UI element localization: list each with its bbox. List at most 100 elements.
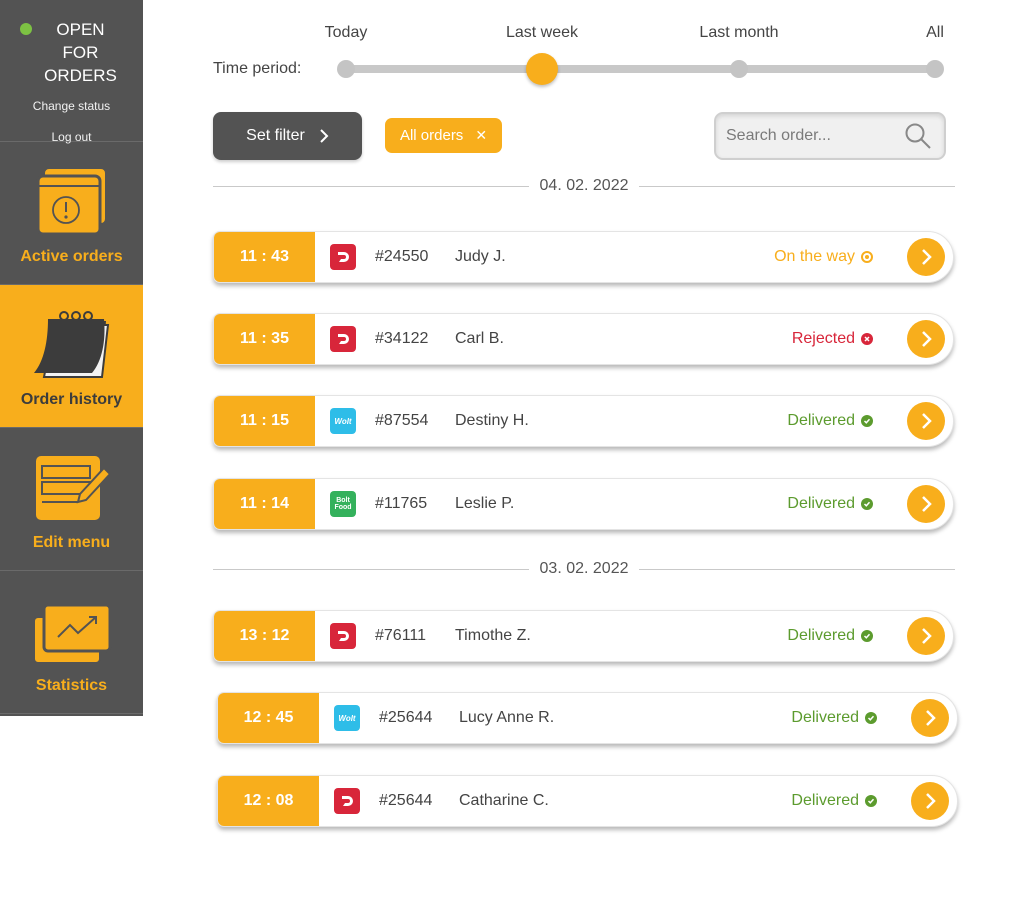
chevron-right-icon bbox=[922, 496, 932, 512]
sidebar-item-statistics[interactable]: Statistics bbox=[0, 571, 143, 714]
customer-name: Catharine C. bbox=[459, 792, 549, 809]
slider-stop-all[interactable] bbox=[926, 60, 944, 78]
set-filter-button[interactable]: Set filter bbox=[213, 112, 362, 160]
time-period-slider-track[interactable] bbox=[346, 65, 936, 73]
order-status: Delivered bbox=[787, 627, 873, 645]
period-option-today[interactable]: Today bbox=[325, 24, 368, 42]
search-icon[interactable] bbox=[904, 122, 932, 150]
open-order-button[interactable] bbox=[907, 320, 945, 358]
order-time: 11 : 43 bbox=[214, 232, 315, 282]
order-row[interactable]: 11 : 43 #24550 Judy J. On the way bbox=[213, 231, 954, 283]
period-option-last-month[interactable]: Last month bbox=[699, 24, 778, 42]
order-row[interactable]: 11 : 35 #34122 Carl B. Rejected bbox=[213, 313, 954, 365]
filter-chip-label: All orders bbox=[399, 127, 464, 144]
order-time: 12 : 08 bbox=[218, 776, 319, 826]
change-status-link[interactable]: Change status bbox=[0, 99, 143, 113]
order-status: Rejected bbox=[792, 330, 873, 348]
store-status: OPEN FOR ORDERS bbox=[0, 18, 143, 87]
delivered-status-icon bbox=[861, 498, 873, 510]
bolt-food-logo-icon: Bolt Food bbox=[330, 491, 356, 517]
divider bbox=[639, 185, 955, 187]
active-orders-icon bbox=[36, 167, 107, 236]
wolt-logo-text: Wolt bbox=[338, 713, 356, 723]
filter-chip-all-orders[interactable]: All orders ✕ bbox=[385, 118, 502, 153]
order-number: #76111 bbox=[375, 627, 427, 644]
order-status-text: Delivered bbox=[787, 495, 855, 512]
search-input[interactable] bbox=[726, 127, 904, 145]
open-order-button[interactable] bbox=[907, 402, 945, 440]
order-number: #25644 bbox=[379, 792, 433, 809]
date-separator: 04. 02. 2022 bbox=[213, 176, 955, 196]
foodora-logo-icon bbox=[334, 788, 360, 814]
order-status-text: Delivered bbox=[787, 627, 855, 644]
order-status-text: Delivered bbox=[787, 412, 855, 429]
edit-menu-icon bbox=[35, 456, 111, 520]
customer-name: Timothe Z. bbox=[455, 627, 531, 644]
wolt-logo-icon: Wolt bbox=[330, 408, 356, 434]
date-label: 04. 02. 2022 bbox=[539, 177, 629, 194]
delivered-status-icon bbox=[861, 630, 873, 642]
period-option-last-week[interactable]: Last week bbox=[506, 24, 578, 42]
slider-stop-last-month[interactable] bbox=[730, 60, 748, 78]
store-status-block: OPEN FOR ORDERS Change status Log out bbox=[0, 0, 143, 144]
delivered-status-icon bbox=[865, 795, 877, 807]
open-order-button[interactable] bbox=[911, 782, 949, 820]
order-number: #11765 bbox=[375, 495, 428, 512]
order-row[interactable]: 13 : 12 #76111 Timothe Z. Delivered bbox=[213, 610, 954, 662]
slider-stop-today[interactable] bbox=[337, 60, 355, 78]
customer-name: Carl B. bbox=[455, 330, 504, 347]
wolt-logo-icon: Wolt bbox=[334, 705, 360, 731]
remove-filter-icon[interactable]: ✕ bbox=[475, 127, 487, 144]
set-filter-label: Set filter bbox=[246, 127, 305, 144]
sidebar-item-label: Active orders bbox=[20, 248, 123, 265]
order-time: 11 : 35 bbox=[214, 314, 315, 364]
bolt-logo-text: Bolt Food bbox=[334, 497, 352, 511]
open-order-button[interactable] bbox=[907, 485, 945, 523]
order-status: Delivered bbox=[791, 709, 877, 727]
time-period-slider-thumb[interactable] bbox=[526, 53, 558, 85]
rejected-status-icon bbox=[861, 333, 873, 345]
customer-name: Leslie P. bbox=[455, 495, 515, 512]
divider bbox=[639, 568, 955, 570]
divider bbox=[213, 185, 529, 187]
open-order-button[interactable] bbox=[907, 238, 945, 276]
customer-name: Lucy Anne R. bbox=[459, 709, 555, 726]
order-row[interactable]: 11 : 15 Wolt #87554 Destiny H. Delivered bbox=[213, 395, 954, 447]
order-status: Delivered bbox=[787, 412, 873, 430]
date-label: 03. 02. 2022 bbox=[539, 560, 629, 577]
search-box[interactable] bbox=[714, 112, 946, 160]
order-status-text: Delivered bbox=[791, 792, 859, 809]
chevron-right-icon bbox=[926, 793, 936, 809]
sidebar-item-label: Edit menu bbox=[32, 534, 111, 551]
order-time: 11 : 14 bbox=[214, 479, 315, 529]
order-status-text: On the way bbox=[774, 248, 855, 265]
order-time: 13 : 12 bbox=[214, 611, 315, 661]
customer-name: Judy J. bbox=[455, 248, 506, 265]
store-status-text: OPEN FOR ORDERS bbox=[44, 20, 117, 85]
delivered-status-icon bbox=[861, 415, 873, 427]
order-status-text: Delivered bbox=[791, 709, 859, 726]
chevron-right-icon bbox=[926, 710, 936, 726]
customer-name: Destiny H. bbox=[455, 412, 529, 429]
order-number: #25644 bbox=[379, 709, 433, 726]
sidebar-item-active-orders[interactable]: Active orders bbox=[0, 142, 143, 285]
order-row[interactable]: 12 : 45 Wolt #25644 Lucy Anne R. Deliver… bbox=[217, 692, 958, 744]
order-number: #34122 bbox=[375, 330, 429, 347]
order-status: Delivered bbox=[787, 495, 873, 513]
order-time: 12 : 45 bbox=[218, 693, 319, 743]
order-row[interactable]: 12 : 08 #25644 Catharine C. Delivered bbox=[217, 775, 958, 827]
chevron-right-icon bbox=[922, 628, 932, 644]
sidebar-item-order-history[interactable]: Order history bbox=[0, 285, 143, 428]
sidebar-item-edit-menu[interactable]: Edit menu bbox=[0, 428, 143, 571]
order-number: #24550 bbox=[375, 248, 429, 265]
order-time: 11 : 15 bbox=[214, 396, 315, 446]
time-period-label: Time period: bbox=[213, 60, 302, 77]
order-status: On the way bbox=[774, 248, 873, 266]
order-row[interactable]: 11 : 14 Bolt Food #11765 Leslie P. Delive… bbox=[213, 478, 954, 530]
open-order-button[interactable] bbox=[911, 699, 949, 737]
period-option-all[interactable]: All bbox=[926, 24, 944, 42]
sidebar: OPEN FOR ORDERS Change status Log out Ac… bbox=[0, 0, 143, 716]
chevron-right-icon bbox=[320, 129, 329, 143]
open-order-button[interactable] bbox=[907, 617, 945, 655]
on-the-way-status-icon bbox=[861, 251, 873, 263]
